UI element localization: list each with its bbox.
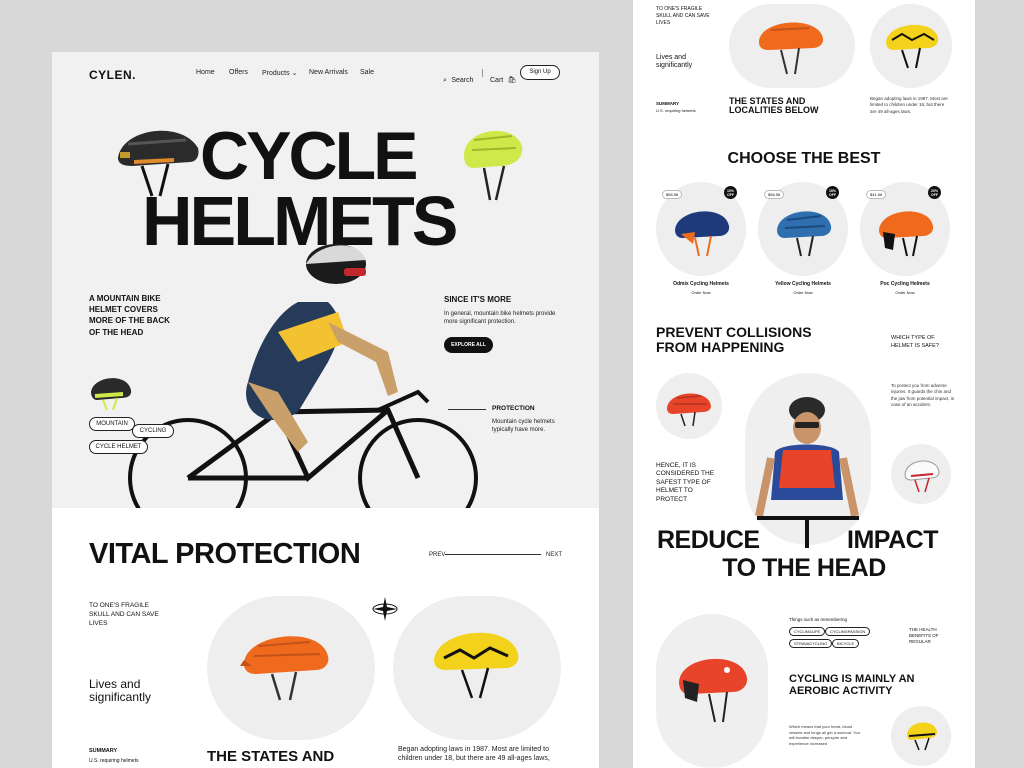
explore-all-button[interactable]: EXPLORE ALL: [444, 337, 493, 353]
vital-states-title: THE STATES AND: [207, 748, 335, 765]
product-1-name[interactable]: Odmix Cycling Helmets: [656, 281, 746, 287]
dark-mtb-helmet-image: [118, 130, 199, 197]
small-helmet-image: [91, 378, 132, 411]
cyclist-image: [128, 244, 478, 508]
search-icon: ⌕: [443, 77, 447, 84]
sparkle-icon: [372, 597, 398, 621]
product-2-helmet-image: [777, 211, 832, 257]
health-benefits-text: THE HEALTH BENEFITS OF REGULAR: [909, 627, 939, 645]
hashtag-cyclinglife[interactable]: CYCLINGLIFE: [789, 627, 826, 636]
protection-title: PROTECTION: [492, 405, 535, 412]
choose-title: CHOOSE THE BEST: [727, 150, 881, 167]
divider: [482, 69, 483, 77]
right-summary-title: SUMMARY: [656, 101, 680, 106]
to-the-head-text: TO THE HEAD: [722, 554, 886, 582]
aerobic-title: CYCLING IS MAINLY AN AEROBIC ACTIVITY: [789, 673, 915, 698]
things-text: Things such as remembering: [789, 617, 848, 622]
right-fragile-text: TO ONE'S FRAGILE SKULL AND CAN SAVE LIVE…: [656, 6, 710, 26]
search-button[interactable]: ⌕ Search: [443, 69, 474, 87]
nav-home[interactable]: Home: [196, 69, 215, 76]
poc-red-helmet-image: [679, 658, 748, 723]
vital-fragile-text: TO ONE'S FRAGILE SKULL AND CAN SAVE LIVE…: [89, 602, 159, 628]
cart-icon: 🛍: [507, 77, 517, 84]
product-3-order[interactable]: Order Now: [860, 290, 950, 295]
yellow-helmet-image: [434, 632, 519, 699]
product-2-name[interactable]: Yellow Cycling Helmets: [758, 281, 848, 287]
tag-cycle-helmet[interactable]: CYCLE HELMET: [89, 440, 148, 454]
nav-new-arrivals[interactable]: New Arrivals: [309, 69, 348, 76]
right-lives-text: Lives and significantly: [656, 54, 693, 70]
product-1-discount-badge: 10% OFF: [724, 186, 737, 199]
protection-body: Mountain cycle helmets typically have mo…: [492, 419, 555, 434]
which-helmet-text: WHICH TYPE OF HELMET IS SAFE?: [891, 335, 939, 349]
since-body: In general, mountain bike helmets provid…: [444, 311, 556, 326]
aerobic-body: Which means that your heart, blood vesse…: [789, 724, 860, 746]
tag-mountain[interactable]: MOUNTAIN: [89, 417, 135, 431]
protection-line: [448, 409, 486, 410]
nav-products-label: Products: [262, 70, 290, 77]
cart-label: Cart: [490, 77, 504, 84]
right-states-title: THE STATES AND LOCALITIES BELOW: [729, 96, 819, 116]
next-button[interactable]: NEXT: [546, 551, 562, 559]
hence-text: HENCE, IT IS CONSIDERED THE SAFEST TYPE …: [656, 462, 715, 503]
product-1-order[interactable]: Order Now: [656, 290, 746, 295]
nav-products[interactable]: Products ⌄: [262, 69, 297, 77]
hero-left-text: A MOUNTAIN BIKE HELMET COVERS MORE OF TH…: [89, 294, 170, 337]
logo[interactable]: CYLEN.: [89, 68, 136, 82]
nav-sale[interactable]: Sale: [360, 69, 374, 76]
landing-page-left: CYLEN. Home Offers Products ⌄ New Arriva…: [52, 52, 599, 768]
hashtag-stravacycling[interactable]: STRAVACYCLING: [789, 639, 833, 648]
right-orange-helmet-image: [759, 22, 824, 75]
product-2-discount-badge: 15% OFF: [826, 186, 839, 199]
red-helmet-image: [667, 393, 711, 427]
prev-button[interactable]: PREV: [429, 551, 445, 559]
landing-page-right: TO ONE'S FRAGILE SKULL AND CAN SAVE LIVE…: [633, 0, 975, 768]
vital-summary-body: U.S. requiring helmets: [89, 758, 139, 764]
product-3-price: $41.56: [866, 190, 887, 199]
lime-road-helmet-image: [464, 130, 523, 201]
orange-helmet-image: [240, 636, 329, 701]
prevent-title: PREVENT COLLISIONS FROM HAPPENING: [656, 324, 812, 356]
product-2-order[interactable]: Order Now: [758, 290, 848, 295]
product-3-discount-badge: 20% OFF: [928, 186, 941, 199]
cart-button[interactable]: Cart 🛍: [490, 69, 517, 87]
vital-summary-title: SUMMARY: [89, 748, 118, 754]
slider-line: [445, 554, 541, 555]
right-summary-body: U.S. requiring helmets: [656, 108, 696, 113]
reduce-word: REDUCE: [657, 526, 760, 554]
signup-button[interactable]: Sign Up: [520, 65, 560, 80]
hero-title-line1: CYCLE: [200, 118, 418, 194]
yellow-small-helmet-image: [907, 722, 937, 751]
product-3-name[interactable]: Poc Cycling Helmets: [860, 281, 950, 287]
product-2-price: $56.56: [764, 190, 785, 199]
vital-title: VITAL PROTECTION: [89, 538, 361, 570]
product-1-helmet-image: [675, 211, 730, 257]
search-label: Search: [451, 77, 474, 84]
protect-body-text: To protect you from adverse injuries. It…: [891, 383, 955, 407]
front-cyclist-image: [755, 397, 859, 548]
chevron-down-icon: ⌄: [289, 70, 298, 77]
tag-cycling[interactable]: CYCLING: [132, 424, 174, 438]
nav-offers[interactable]: Offers: [229, 69, 248, 76]
since-title: SINCE IT'S MORE: [444, 295, 512, 304]
product-3-helmet-image: [879, 211, 934, 257]
hashtag-bicycle[interactable]: BICYCLE: [832, 639, 860, 648]
impact-word: IMPACT: [847, 526, 938, 554]
white-helmet-image: [904, 460, 940, 493]
right-laws-text: Began adopting laws in 1987. Most are li…: [870, 96, 948, 114]
vital-laws-text: Began adopting laws in 1987. Most are li…: [398, 746, 550, 763]
right-yellow-helmet-image: [886, 24, 939, 69]
vital-lives-text: Lives and significantly: [89, 677, 152, 705]
hashtag-cyclingpassion[interactable]: CYCLINGPASSION: [825, 627, 871, 636]
product-1-price: $56.56: [662, 190, 683, 199]
